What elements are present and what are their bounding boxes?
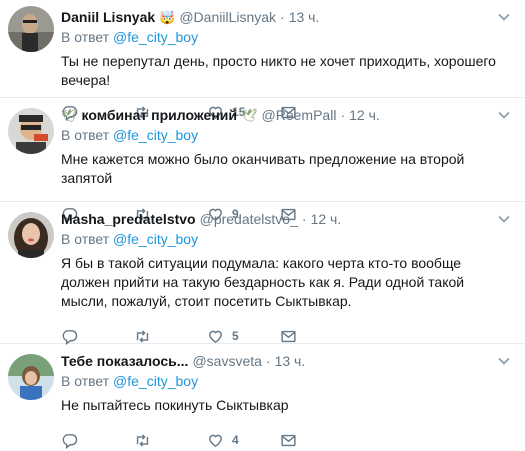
reply-prefix: В ответ xyxy=(61,231,110,247)
reply-button[interactable] xyxy=(61,328,134,345)
reply-button[interactable] xyxy=(61,432,134,449)
avatar-image xyxy=(8,6,54,52)
like-count: 4 xyxy=(232,433,239,447)
reply-icon xyxy=(62,433,78,449)
retweet-icon xyxy=(136,329,149,343)
chevron-down-icon[interactable] xyxy=(497,10,511,24)
user-handle[interactable]: @ReemPall xyxy=(262,106,337,125)
avatar-image xyxy=(8,212,54,258)
user-handle[interactable]: @predatelstvo_ xyxy=(200,210,298,229)
display-name[interactable]: Тебе показалось... xyxy=(61,352,188,371)
tweet[interactable]: Daniil Lisnyak 🤯 @DaniilLisnyak · 13 ч. … xyxy=(0,0,525,121)
dm-button[interactable] xyxy=(280,328,297,345)
display-name[interactable]: Masha_predatelstvo xyxy=(61,210,196,229)
reply-to-link[interactable]: @fe_city_boy xyxy=(113,231,198,247)
tweet-actions: 4 xyxy=(61,431,513,449)
dove-emoji: 🕊 xyxy=(241,108,258,123)
retweet-button[interactable] xyxy=(134,328,207,345)
reply-to-link[interactable]: @fe_city_boy xyxy=(113,127,198,143)
emoji-badge: 🤯 xyxy=(159,10,176,25)
tweet-text: Я бы в такой ситуации подумала: какого ч… xyxy=(61,255,465,309)
chevron-down-icon[interactable] xyxy=(497,212,511,226)
heart-icon xyxy=(209,434,222,447)
reply-prefix: В ответ xyxy=(61,127,110,143)
avatar[interactable] xyxy=(8,354,54,400)
separator-dot: · xyxy=(265,353,271,369)
display-name[interactable]: комбинат приложений xyxy=(82,106,238,125)
timestamp[interactable]: 12 ч. xyxy=(311,210,342,229)
reply-to-link[interactable]: @fe_city_boy xyxy=(113,29,198,45)
like-button[interactable]: 4 xyxy=(207,432,280,449)
dm-button[interactable] xyxy=(280,432,297,449)
reply-icon xyxy=(62,329,78,345)
heart-icon xyxy=(209,330,222,343)
avatar-image xyxy=(8,354,54,400)
tweet[interactable]: Masha_predatelstvo @predatelstvo_ · 12 ч… xyxy=(0,202,525,345)
chevron-down-icon[interactable] xyxy=(497,108,511,122)
like-button[interactable]: 5 xyxy=(207,328,280,345)
timestamp[interactable]: 13 ч. xyxy=(289,8,320,27)
retweet-icon xyxy=(136,433,149,447)
envelope-icon xyxy=(281,330,296,342)
dove-emoji: 🕊 xyxy=(61,108,78,123)
avatar-image xyxy=(8,108,54,154)
separator-dot: · xyxy=(340,107,346,123)
reply-to-link[interactable]: @fe_city_boy xyxy=(113,373,198,389)
reply-prefix: В ответ xyxy=(61,373,110,389)
avatar[interactable] xyxy=(8,108,54,154)
tweet[interactable]: Тебе показалось... @savsveta · 13 ч. В о… xyxy=(0,344,525,451)
reply-context: В ответ @fe_city_boy xyxy=(61,28,513,47)
avatar[interactable] xyxy=(8,212,54,258)
timestamp[interactable]: 13 ч. xyxy=(275,352,306,371)
display-name[interactable]: Daniil Lisnyak xyxy=(61,8,155,27)
like-count: 5 xyxy=(232,329,239,343)
reply-context: В ответ @fe_city_boy xyxy=(61,230,513,249)
timestamp[interactable]: 12 ч. xyxy=(349,106,380,125)
tweet-actions: 5 xyxy=(61,327,513,345)
reply-context: В ответ @fe_city_boy xyxy=(61,126,513,145)
retweet-button[interactable] xyxy=(134,432,207,449)
separator-dot: · xyxy=(280,9,285,25)
envelope-icon xyxy=(281,434,296,446)
reply-context: В ответ @fe_city_boy xyxy=(61,372,513,391)
reply-prefix: В ответ xyxy=(61,29,110,45)
separator-dot: · xyxy=(301,211,307,227)
tweet-text: Мне кажется можно было оканчивать предло… xyxy=(61,151,465,186)
tweet-text: Ты не перепутал день, просто никто не хо… xyxy=(61,53,496,88)
user-handle[interactable]: @DaniilLisnyak xyxy=(179,8,276,27)
avatar[interactable] xyxy=(8,6,54,52)
tweet[interactable]: 🕊 комбинат приложений 🕊 @ReemPall · 12 ч… xyxy=(0,98,525,223)
tweet-text: Не пытайтесь покинуть Сыктывкар xyxy=(61,397,289,413)
user-handle[interactable]: @savsveta xyxy=(192,352,261,371)
chevron-down-icon[interactable] xyxy=(497,354,511,368)
